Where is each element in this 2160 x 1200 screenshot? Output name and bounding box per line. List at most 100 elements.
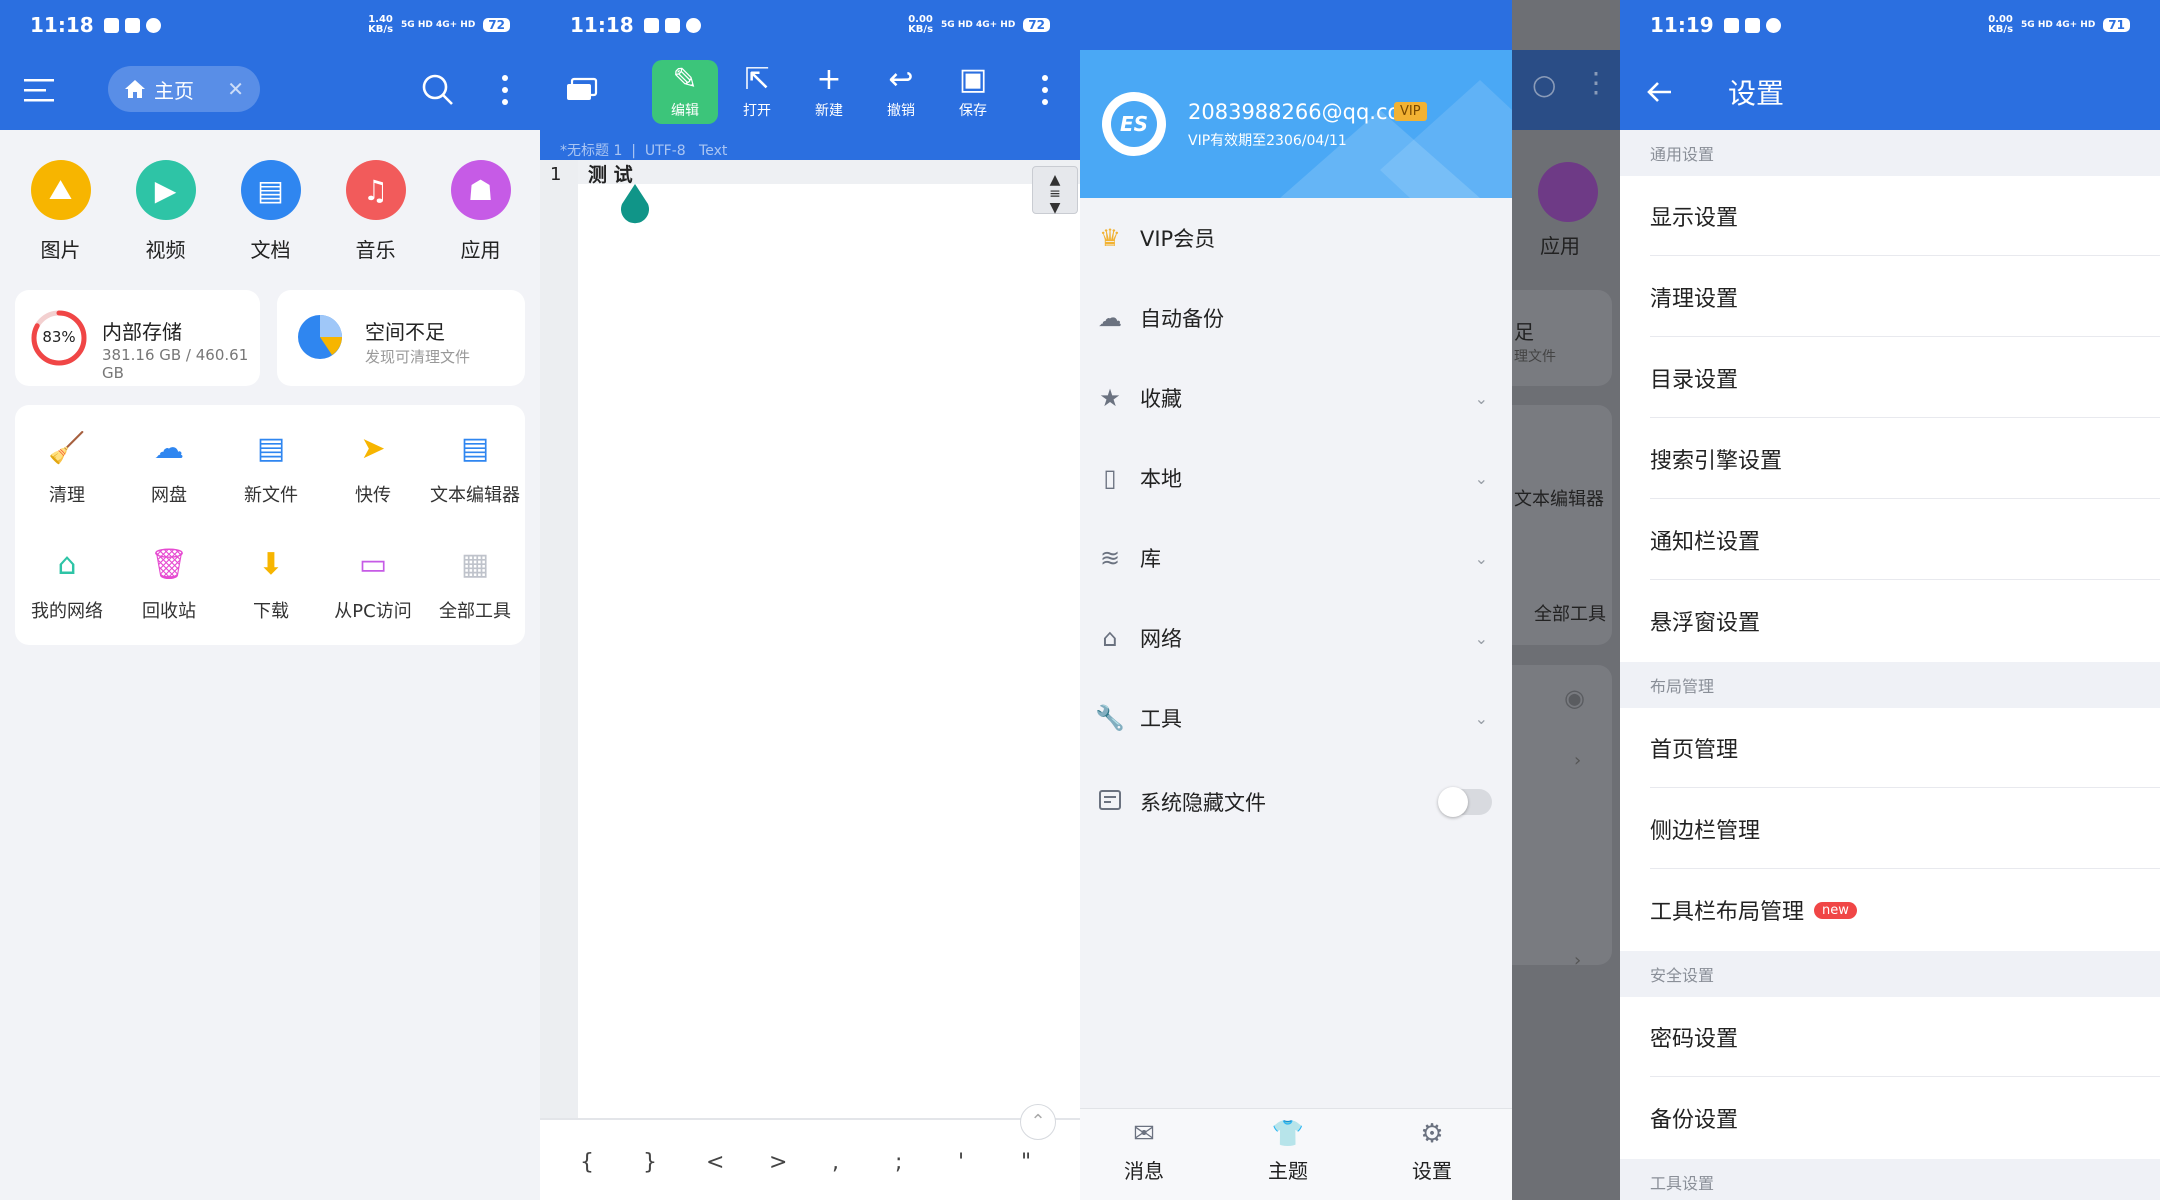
space-title: 空间不足 <box>365 320 445 344</box>
toolbar-button-undo[interactable]: ↩ 撤销 <box>868 60 934 120</box>
settings-item[interactable]: 悬浮窗设置 <box>1650 581 2160 661</box>
grid-icon: ▦ <box>460 546 490 582</box>
search-icon[interactable] <box>418 70 458 110</box>
chevron-down-icon: ⌄ <box>1474 628 1488 648</box>
drawer-item-cloud-backup[interactable]: ☁ 自动备份 <box>1080 278 1512 358</box>
tool-grid[interactable]: ▦ 全部工具 <box>425 541 525 623</box>
category-android[interactable]: ☗ 应用 <box>428 160 533 263</box>
symbol-key[interactable]: } <box>643 1150 657 1175</box>
tool-label: 新文件 <box>244 485 298 506</box>
windows-icon[interactable] <box>562 72 602 108</box>
settings-item[interactable]: 显示设置 <box>1650 176 2160 256</box>
settings-item[interactable]: 目录设置 <box>1650 338 2160 418</box>
text-editor-icon: ▤ <box>460 430 490 466</box>
battery-indicator: 72 <box>483 18 510 32</box>
symbol-key[interactable]: ' <box>958 1150 964 1175</box>
bg-space-sub: 理文件 <box>1514 349 1556 365</box>
tool-broom[interactable]: 🧹 清理 <box>17 425 117 507</box>
symbol-key[interactable]: { <box>580 1150 594 1175</box>
tool-download[interactable]: ⬇ 下载 <box>221 541 321 623</box>
drawer-item-phone[interactable]: ▯ 本地 ⌄ <box>1080 438 1512 518</box>
settings-item[interactable]: 首页管理 <box>1650 708 2160 788</box>
more-icon[interactable] <box>1030 70 1060 110</box>
category-video[interactable]: ▶ 视频 <box>113 160 218 263</box>
tool-trash[interactable]: 🗑 回收站 <box>119 541 219 623</box>
category-image[interactable]: ⛰ 图片 <box>8 160 113 263</box>
tool-router[interactable]: ⌂ 我的网络 <box>17 541 117 623</box>
back-arrow-icon[interactable] <box>1642 74 1678 110</box>
section-header: 布局管理 <box>1620 662 2160 708</box>
toolbar-button-save[interactable]: ▣ 保存 <box>940 60 1006 120</box>
settings-item[interactable]: 工具栏布局管理 new <box>1650 870 2160 950</box>
hidden-files-toggle[interactable] <box>1438 787 1492 817</box>
tool-pc[interactable]: ▭ 从PC访问 <box>323 541 423 623</box>
drawer-bottom-shirt[interactable]: 👕 主题 <box>1228 1119 1348 1184</box>
tool-label: 文本编辑器 <box>430 485 520 506</box>
settings-item[interactable]: 侧边栏管理 <box>1650 789 2160 869</box>
drawer: ES 2083988266@qq.com VIP VIP有效期至2306/04/… <box>1080 0 1512 1200</box>
toolbar-label: 新建 <box>815 103 843 119</box>
settings-item[interactable]: 清理设置 <box>1650 257 2160 337</box>
collapse-icon[interactable]: ⌃ <box>1020 1104 1056 1140</box>
account-header[interactable]: ES 2083988266@qq.com VIP VIP有效期至2306/04/… <box>1080 50 1512 198</box>
settings-item-label: 清理设置 <box>1650 286 1739 312</box>
save-icon: ▣ <box>958 62 988 97</box>
drawer-item-layers[interactable]: ≋ 库 ⌄ <box>1080 518 1512 598</box>
more-icon: ⋮ <box>1582 66 1610 99</box>
dimmed-background[interactable]: ○ ⋮ 应用 足 理文件 文本编辑器 全部工具 ◉ › › <box>1512 0 1620 1200</box>
cloud-icon: ☁ <box>154 430 184 466</box>
tool-new-file[interactable]: ▤ 新文件 <box>221 425 321 507</box>
notification-icon <box>685 17 701 33</box>
tab-home[interactable]: 主页 ✕ <box>108 66 260 112</box>
drawer-item-label: 收藏 <box>1140 387 1182 411</box>
drawer-item-crown[interactable]: ♛ VIP会员 <box>1080 198 1512 278</box>
status-time: 11:18 <box>570 13 634 37</box>
tool-label: 清理 <box>49 485 85 506</box>
drawer-bottom-gear[interactable]: ⚙ 设置 <box>1372 1119 1492 1184</box>
scroll-handle[interactable]: ▲ ≡ ▼ <box>1032 166 1078 215</box>
drawer-item-wrench[interactable]: 🔧 工具 ⌄ <box>1080 678 1512 758</box>
close-tab-icon[interactable]: ✕ <box>227 77 244 101</box>
drawer-item-star[interactable]: ★ 收藏 ⌄ <box>1080 358 1512 438</box>
more-icon[interactable] <box>490 70 520 110</box>
settings-item[interactable]: 通知栏设置 <box>1650 500 2160 580</box>
avatar[interactable]: ES <box>1102 92 1166 156</box>
tool-label: 快传 <box>355 485 391 506</box>
cursor-handle[interactable] <box>618 184 652 224</box>
tool-text-editor[interactable]: ▤ 文本编辑器 <box>425 425 525 507</box>
internal-storage-card[interactable]: 83% 内部存储 381.16 GB / 460.61 GB <box>15 290 260 386</box>
symbol-key[interactable]: " <box>1021 1150 1031 1175</box>
category-music[interactable]: ♫ 音乐 <box>323 160 428 263</box>
network-icon: ⌂ <box>1102 624 1118 652</box>
settings-item[interactable]: 密码设置 <box>1650 997 2160 1077</box>
open-icon: ⇱ <box>744 62 770 97</box>
edit-button[interactable]: ✎ 编辑 <box>652 60 718 124</box>
category-document[interactable]: ▤ 文档 <box>218 160 323 263</box>
settings-item[interactable]: 备份设置 <box>1650 1078 2160 1158</box>
drawer-item-label: 工具 <box>1140 707 1182 731</box>
document-icon: ▤ <box>240 160 301 220</box>
drawer-item-network[interactable]: ⌂ 网络 ⌄ <box>1080 598 1512 678</box>
menu-icon[interactable] <box>22 72 58 108</box>
settings-item-label: 显示设置 <box>1650 205 1739 231</box>
toolbar-button-plus[interactable]: + 新建 <box>796 60 862 120</box>
notification-icon <box>145 17 161 33</box>
symbol-key[interactable]: > <box>769 1150 787 1175</box>
battery-indicator: 72 <box>1023 18 1050 32</box>
symbol-key[interactable]: ; <box>895 1150 902 1175</box>
toolbar-button-open[interactable]: ⇱ 打开 <box>724 60 790 120</box>
settings-item-label: 首页管理 <box>1650 737 1739 763</box>
net-speed-unit: KB/s <box>908 24 934 35</box>
settings-item[interactable]: 搜索引擎设置 <box>1650 419 2160 499</box>
settings-app-bar: 设置 <box>1620 50 2160 130</box>
home-panel: 11:18 1.40 KB/s 5G HD 4G+ HD 72 主页 ✕ ⛰ 图片 ▶… <box>0 0 540 1200</box>
tool-send[interactable]: ➤ 快传 <box>323 425 423 507</box>
symbol-key[interactable]: , <box>832 1150 839 1175</box>
space-low-card[interactable]: 空间不足 发现可清理文件 <box>277 290 525 386</box>
drawer-bottom-mail[interactable]: ✉ 消息 <box>1084 1119 1204 1184</box>
symbol-key[interactable]: < <box>706 1150 724 1175</box>
tool-cloud[interactable]: ☁ 网盘 <box>119 425 219 507</box>
net-speed-unit: KB/s <box>1988 24 2014 35</box>
drawer-item-label: VIP会员 <box>1140 227 1216 251</box>
editor-text[interactable]: 测 试 <box>588 160 633 187</box>
